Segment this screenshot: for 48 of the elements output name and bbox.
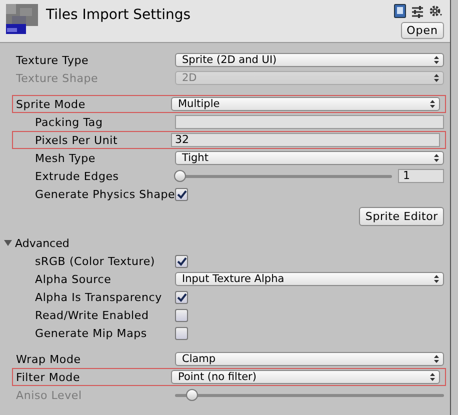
updown-arrows-icon (434, 56, 439, 64)
field-label: Alpha Is Transparency (35, 290, 163, 304)
checkbox[interactable] (175, 188, 188, 200)
updown-arrows-icon (430, 100, 435, 108)
field-label: Pixels Per Unit (35, 134, 119, 146)
updown-arrows-icon (430, 373, 435, 381)
field-label: Generate Mip Maps (35, 326, 148, 340)
field-label: Read/Write Enabled (35, 308, 150, 322)
number-field[interactable]: 1 (398, 169, 444, 183)
texture-thumbnail-icon (6, 4, 38, 36)
checkbox[interactable] (175, 254, 188, 268)
field-label: Texture Shape (16, 72, 100, 84)
checkbox[interactable] (175, 290, 188, 304)
field-label: Sprite Mode (16, 98, 86, 110)
field-label: Wrap Mode (16, 352, 82, 366)
field-label: Aniso Level (16, 388, 83, 402)
dropdown[interactable]: Tight (175, 151, 444, 165)
input-field[interactable] (175, 115, 444, 129)
settings-icon[interactable] (429, 4, 444, 18)
updown-arrows-icon (434, 74, 439, 82)
help-book-icon[interactable] (394, 4, 406, 18)
section-label[interactable]: Advanced (15, 236, 70, 250)
field-label: Mesh Type (35, 152, 96, 164)
input-field[interactable]: 32 (171, 133, 440, 147)
field-label: Packing Tag (35, 116, 104, 128)
updown-arrows-icon (434, 275, 439, 283)
window-title: Tiles Import Settings (46, 7, 192, 25)
dropdown[interactable]: Multiple (171, 97, 440, 111)
field-label: Filter Mode (16, 370, 82, 384)
field-label: Extrude Edges (35, 170, 120, 182)
slider-thumb[interactable] (174, 170, 186, 182)
dropdown[interactable]: Clamp (175, 352, 444, 366)
field-label: Texture Type (16, 54, 90, 66)
updown-arrows-icon (434, 355, 439, 363)
updown-arrows-icon (434, 154, 439, 162)
checkbox[interactable] (175, 308, 188, 322)
open-button[interactable]: Open (400, 22, 444, 39)
foldout-arrow-icon[interactable] (4, 239, 12, 247)
dropdown[interactable]: Sprite (2D and UI) (175, 53, 444, 67)
checkbox[interactable] (175, 326, 188, 340)
dropdown[interactable]: Point (no filter) (171, 370, 440, 384)
sprite-editor-button[interactable]: Sprite Editor (359, 207, 444, 226)
field-label: Alpha Source (35, 272, 112, 286)
field-label: sRGB (Color Texture) (35, 254, 156, 268)
field-label: Generate Physics Shape (35, 188, 176, 200)
slider-track[interactable] (175, 170, 392, 182)
dropdown[interactable]: Input Texture Alpha (175, 272, 444, 286)
sliders-icon[interactable] (411, 4, 424, 18)
